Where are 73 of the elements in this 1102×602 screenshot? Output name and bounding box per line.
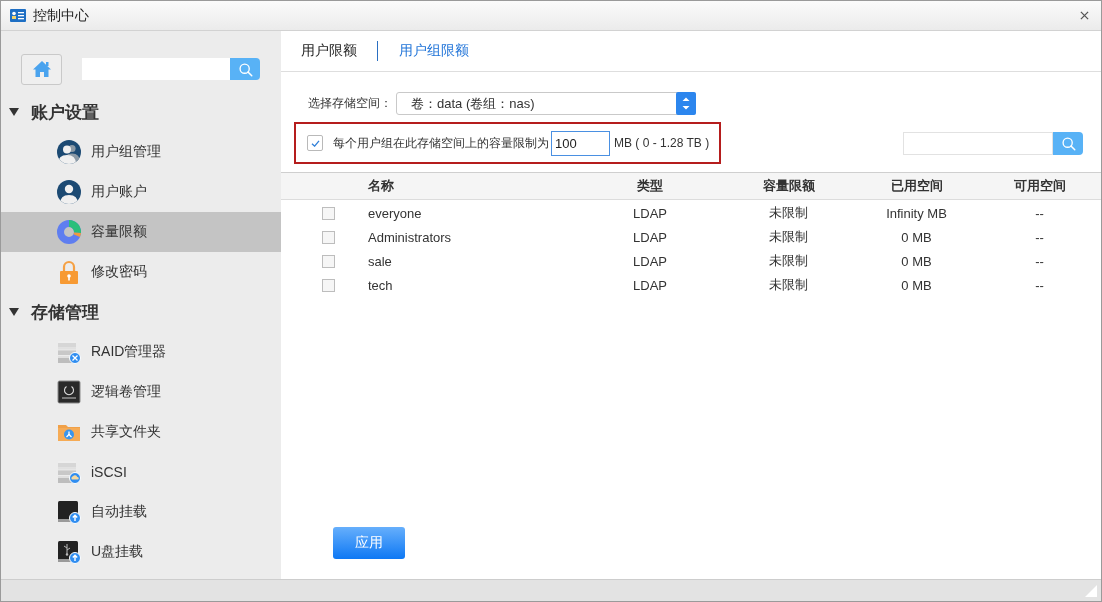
row-checkbox[interactable] bbox=[322, 278, 335, 292]
table-cell: LDAP bbox=[633, 229, 667, 245]
row-checkbox[interactable] bbox=[322, 254, 335, 268]
sidebar-item[interactable]: RAID管理器 bbox=[1, 332, 281, 372]
users-icon bbox=[57, 140, 81, 164]
column-header: 可用空间 bbox=[1012, 177, 1067, 195]
table-cell: -- bbox=[1035, 205, 1044, 221]
table-cell: 未限制 bbox=[769, 276, 808, 294]
drive-ring-icon bbox=[57, 380, 81, 404]
tab[interactable]: 用户限额 bbox=[301, 42, 357, 60]
caret-icon bbox=[9, 308, 19, 316]
field-label: 选择存储空间： bbox=[308, 95, 393, 112]
sidebar-item[interactable]: 逻辑卷管理 bbox=[1, 372, 281, 412]
table-cell: Infinity MB bbox=[886, 205, 947, 221]
app-icon bbox=[10, 9, 26, 22]
column-header: 名称 bbox=[368, 177, 395, 195]
sidebar-item[interactable]: 用户组管理 bbox=[1, 132, 281, 172]
sidebar-item[interactable]: 修改密码 bbox=[1, 252, 281, 292]
search-icon bbox=[237, 61, 253, 77]
row-checkbox[interactable] bbox=[322, 206, 335, 220]
search-field[interactable] bbox=[82, 58, 230, 80]
spinner-icon bbox=[676, 92, 696, 115]
table-cell: -- bbox=[1035, 253, 1044, 269]
close-icon bbox=[1079, 11, 1089, 20]
table-cell: 0 MB bbox=[901, 277, 932, 293]
table-cell: 0 MB bbox=[901, 253, 932, 269]
quota-input[interactable]: 100 bbox=[551, 130, 610, 156]
table-cell: everyone bbox=[368, 205, 422, 221]
sidebar-item[interactable]: 容量限额 bbox=[1, 212, 281, 252]
sidebar-item[interactable]: iSCSI bbox=[1, 452, 281, 492]
window-title: 控制中心 bbox=[33, 6, 89, 25]
quota-label: 每个用户组在此存储空间上的容量限制为 bbox=[333, 134, 549, 152]
sidebar-item[interactable]: 用户账户 bbox=[1, 172, 281, 212]
search-button[interactable] bbox=[230, 58, 260, 80]
table-cell: 0 MB bbox=[901, 229, 932, 245]
table-cell: 未限制 bbox=[769, 228, 808, 246]
section-header[interactable]: 账户设置 bbox=[1, 92, 281, 132]
table-cell: LDAP bbox=[633, 205, 667, 221]
column-header: 容量限额 bbox=[761, 177, 816, 195]
search-button[interactable] bbox=[1053, 131, 1083, 155]
sidebar-item[interactable]: U盘挂载 bbox=[1, 532, 281, 572]
server-cloud-icon bbox=[57, 460, 81, 484]
search-icon bbox=[1060, 135, 1076, 151]
column-header: 已用空间 bbox=[889, 177, 944, 195]
usb-drive-icon bbox=[57, 540, 81, 564]
table-cell: -- bbox=[1035, 229, 1044, 245]
table-cell: 未限制 bbox=[769, 204, 808, 222]
resize-grip-icon bbox=[1085, 585, 1097, 597]
quota-range: MB ( 0 - 1.28 TB ) bbox=[614, 136, 710, 150]
table-cell: -- bbox=[1035, 277, 1044, 293]
table-cell: LDAP bbox=[633, 277, 667, 293]
sidebar-item[interactable]: 共享文件夹 bbox=[1, 412, 281, 452]
section-header[interactable]: 存储管理 bbox=[1, 292, 281, 332]
table-cell: sale bbox=[368, 253, 392, 269]
user-icon bbox=[57, 180, 81, 204]
sidebar-item[interactable]: 自动挂载 bbox=[1, 492, 281, 532]
home-icon bbox=[31, 60, 52, 78]
padlock-icon bbox=[57, 260, 81, 284]
search-field[interactable] bbox=[903, 131, 1053, 155]
tab[interactable]: 用户组限额 bbox=[399, 42, 469, 60]
column-header: 类型 bbox=[636, 177, 664, 195]
table-cell: tech bbox=[368, 277, 393, 293]
caret-icon bbox=[9, 108, 19, 116]
storage-select[interactable]: 卷：data (卷组：nas) bbox=[396, 92, 696, 115]
check-icon bbox=[310, 139, 320, 147]
table-cell: Administrators bbox=[368, 229, 452, 245]
row-checkbox[interactable] bbox=[322, 230, 335, 244]
quota-checkbox[interactable] bbox=[307, 135, 323, 151]
donut-chart-icon bbox=[57, 220, 81, 244]
table-cell: 未限制 bbox=[769, 252, 808, 270]
server-stack-icon bbox=[57, 340, 81, 364]
table-cell: LDAP bbox=[633, 253, 667, 269]
home-button[interactable] bbox=[21, 53, 62, 85]
